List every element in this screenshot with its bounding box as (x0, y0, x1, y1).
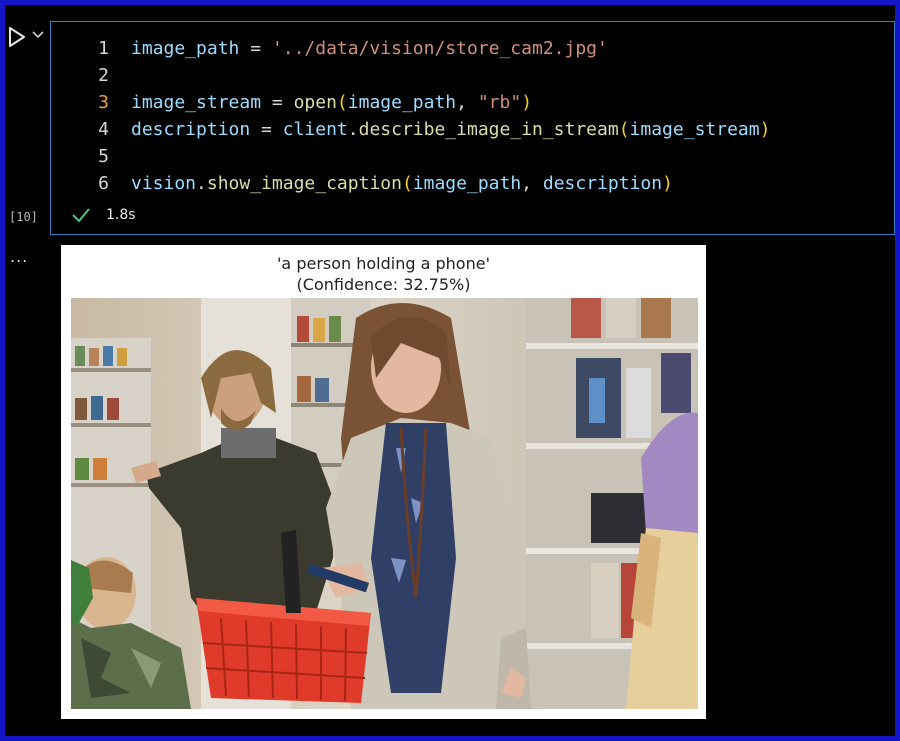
code-token: image_path (347, 92, 457, 113)
line-number: 5 (98, 146, 109, 167)
execution-duration: 1.8s (106, 207, 136, 223)
code-token: image_path (131, 38, 240, 59)
run-cell-icon[interactable] (8, 26, 26, 48)
code-token: ( (618, 119, 630, 140)
chevron-down-icon[interactable] (32, 30, 44, 40)
output-actions-icon[interactable]: ... (10, 249, 28, 265)
check-icon (72, 208, 90, 223)
code-token: = (261, 92, 294, 113)
code-token: = (250, 119, 283, 140)
code-line[interactable]: 4 description = client.describe_image_in_… (51, 116, 894, 143)
cell-output: 'a person holding a phone' (Confidence: … (61, 245, 706, 719)
code-token: image_path (412, 173, 522, 194)
code-token: , (521, 173, 543, 194)
code-line[interactable]: 2 (51, 62, 894, 89)
code-token: client (282, 119, 348, 140)
code-token: ( (336, 92, 348, 113)
code-token: image_stream (131, 92, 262, 113)
code-token: '../data/vision/store_cam2.jpg' (271, 38, 608, 59)
code-token: "rb" (477, 92, 522, 113)
code-token: . (347, 119, 359, 140)
line-number: 4 (98, 119, 109, 140)
code-token: image_stream (629, 119, 760, 140)
code-token: ) (662, 173, 673, 194)
code-token: description (542, 173, 663, 194)
code-token: describe_image_in_stream (358, 119, 619, 140)
line-number: 1 (98, 38, 109, 59)
line-number: 3 (98, 92, 109, 113)
store-photo (71, 298, 698, 709)
line-number: 6 (98, 173, 109, 194)
execution-count: [10] (9, 210, 38, 224)
code-token: ) (521, 92, 533, 113)
code-line[interactable]: 5 (51, 143, 894, 170)
line-number: 2 (98, 65, 109, 86)
code-token: ( (401, 173, 413, 194)
code-token: open (293, 92, 337, 113)
code-token: description (131, 119, 251, 140)
code-editor[interactable]: 1 image_path = '../data/vision/store_cam2… (51, 35, 894, 197)
code-token: show_image_caption (206, 173, 402, 194)
code-line[interactable]: 1 image_path = '../data/vision/store_cam2… (51, 35, 894, 62)
code-token: , (456, 92, 478, 113)
code-cell[interactable]: 1 image_path = '../data/vision/store_cam2… (50, 21, 895, 235)
code-token: ) (759, 119, 771, 140)
code-token: = (239, 38, 272, 59)
code-line[interactable]: 3 image_stream = open(image_path, "rb") (51, 89, 894, 116)
caption-confidence: (Confidence: 32.75%) (296, 275, 471, 294)
notebook-output-frame: 1 image_path = '../data/vision/store_cam2… (5, 5, 895, 736)
cell-status: 1.8s (71, 204, 136, 226)
image-caption: 'a person holding a phone' (Confidence: … (61, 253, 706, 295)
caption-text: 'a person holding a phone' (277, 254, 490, 273)
code-line[interactable]: 6 vision.show_image_caption(image_path, d… (51, 170, 894, 197)
code-token: vision (131, 173, 197, 194)
code-token: . (196, 173, 207, 194)
